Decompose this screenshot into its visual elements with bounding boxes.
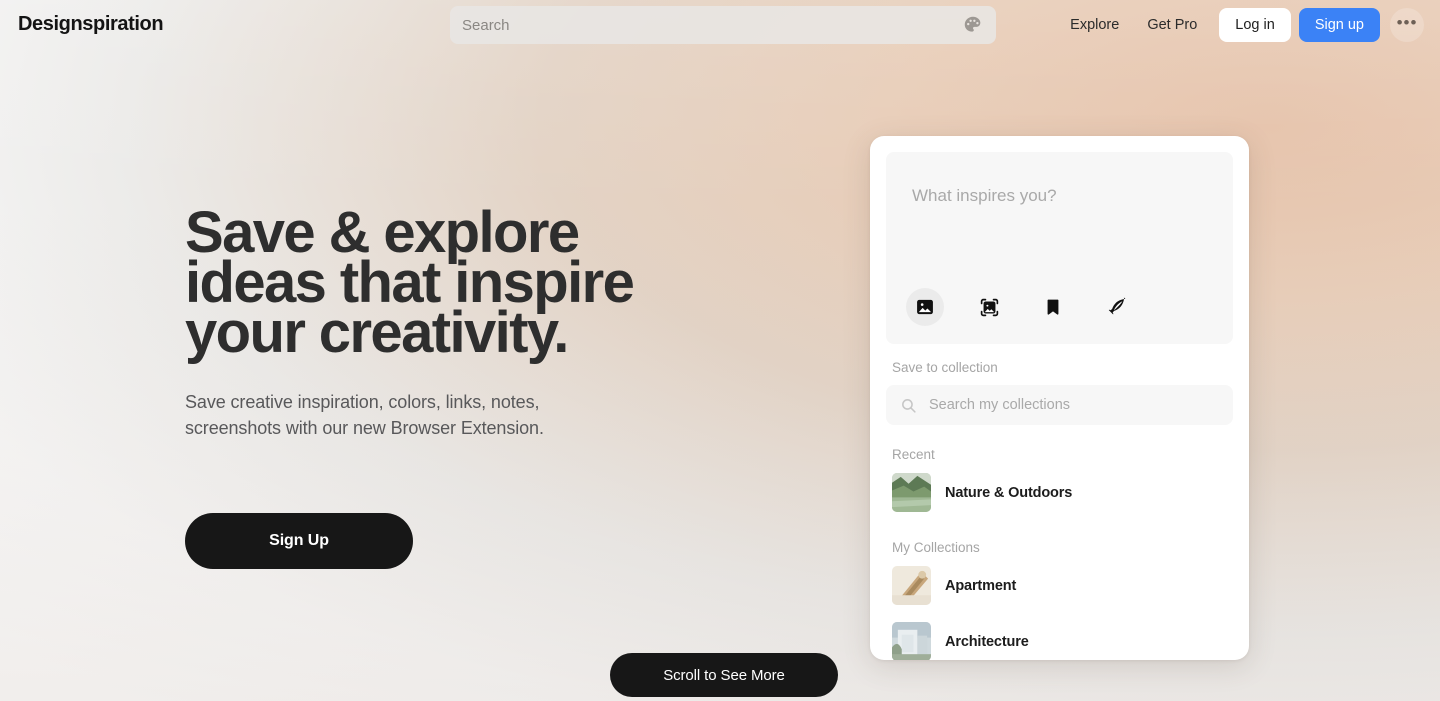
hero-signup-button[interactable]: Sign Up (185, 513, 413, 569)
list-item[interactable]: Nature & Outdoors (870, 467, 1249, 518)
collections-search-input[interactable] (929, 397, 1219, 413)
login-button[interactable]: Log in (1219, 8, 1291, 42)
global-search[interactable] (450, 6, 996, 44)
collection-thumbnail (892, 566, 931, 605)
collection-name: Nature & Outdoors (945, 484, 1073, 501)
collection-thumbnail (892, 473, 931, 512)
scroll-to-see-more-button[interactable]: Scroll to See More (610, 653, 838, 697)
screenshot-icon[interactable] (970, 288, 1008, 326)
image-icon[interactable] (906, 288, 944, 326)
compose-area[interactable]: What inspires you? (886, 152, 1233, 344)
nav-link-explore[interactable]: Explore (1056, 6, 1133, 44)
nav-link-get-pro[interactable]: Get Pro (1133, 6, 1211, 44)
quill-icon[interactable] (1098, 288, 1136, 326)
collection-name: Architecture (945, 633, 1029, 650)
list-item[interactable]: Apartment (870, 560, 1249, 611)
header-nav: Explore Get Pro Log in Sign up ••• (1056, 6, 1424, 44)
collections-search[interactable] (886, 385, 1233, 425)
compose-toolbar (906, 288, 1136, 326)
page-title: Save & explore ideas that inspire your c… (185, 200, 635, 365)
group-label-my-collections: My Collections (892, 540, 980, 555)
collection-thumbnail (892, 622, 931, 660)
browser-extension-panel: What inspires you? Save to collection Se… (870, 136, 1249, 660)
save-to-collection-label: Save to collection (892, 360, 998, 375)
site-logo[interactable]: Designspiration (18, 13, 164, 36)
site-header: Designspiration Explore Get Pro Log in S… (0, 0, 1440, 50)
collection-name: Apartment (945, 577, 1017, 594)
group-label-recent: Recent (892, 447, 935, 462)
more-menu-button[interactable]: ••• (1390, 8, 1424, 42)
search-icon (900, 397, 917, 414)
hero-subtitle: Save creative inspiration, colors, links… (185, 392, 544, 438)
compose-placeholder: What inspires you? (912, 186, 1057, 205)
bookmark-icon[interactable] (1034, 288, 1072, 326)
hero-section: Save & explore ideas that inspire your c… (185, 200, 745, 569)
list-item[interactable]: Architecture (870, 616, 1249, 660)
signup-button[interactable]: Sign up (1298, 8, 1380, 42)
palette-icon[interactable] (962, 14, 984, 36)
search-input[interactable] (462, 16, 962, 34)
